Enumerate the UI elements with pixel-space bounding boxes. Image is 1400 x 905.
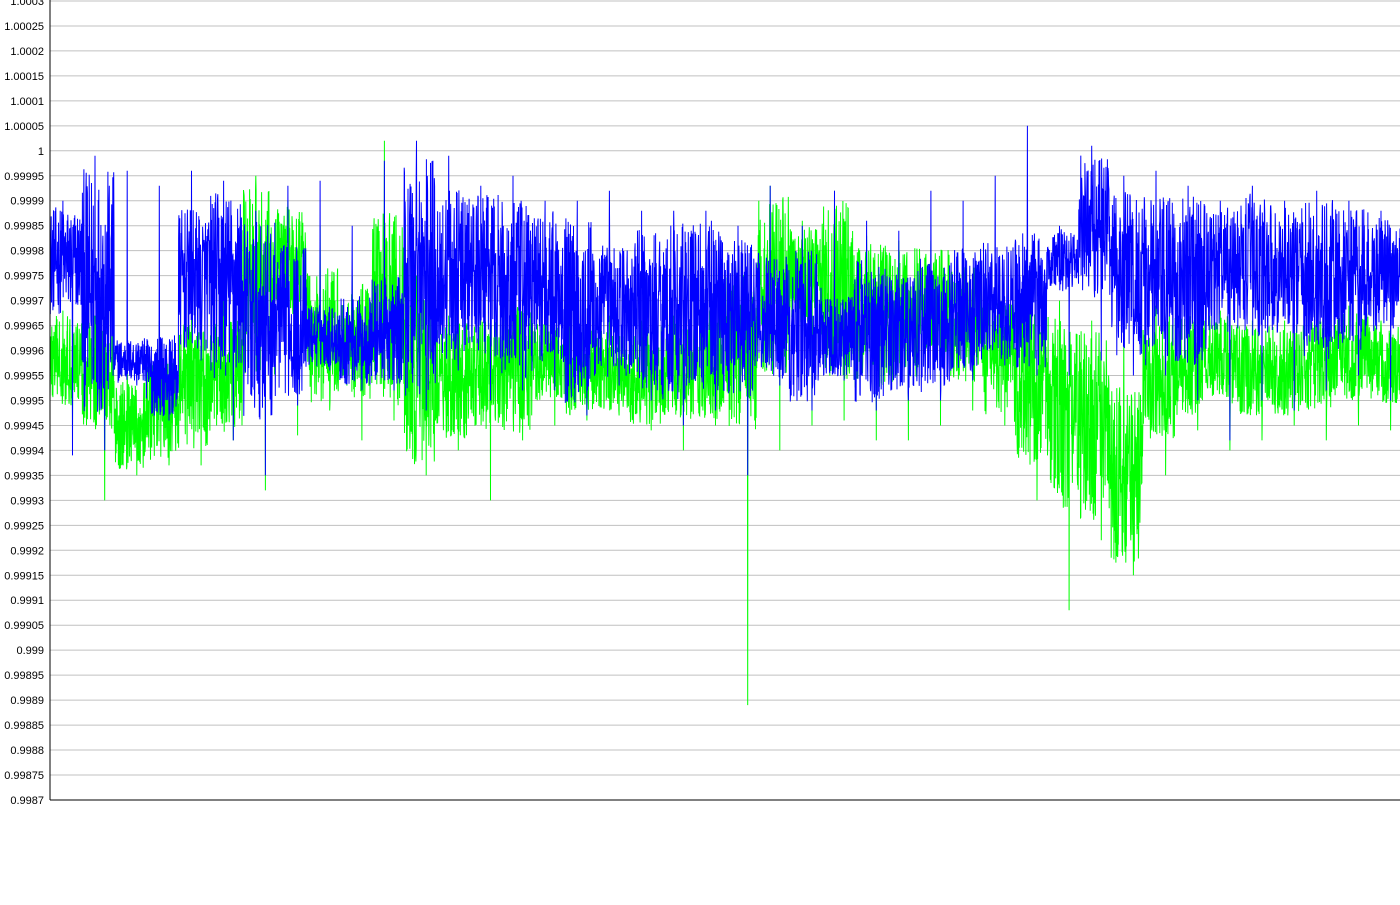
y-tick-label: 1.0003 <box>10 0 44 8</box>
y-tick-label: 0.9996 <box>10 346 44 358</box>
y-tick-label: 0.9991 <box>10 595 44 607</box>
y-tick-label: 1.00025 <box>4 21 44 33</box>
y-tick-label: 0.99875 <box>4 770 44 782</box>
y-tick-label: 0.99945 <box>4 420 44 432</box>
y-tick-label: 0.99905 <box>4 620 44 632</box>
y-tick-label: 1.0001 <box>10 96 44 108</box>
y-tick-label: 1 <box>38 146 44 158</box>
y-tick-label: 1.0002 <box>10 46 44 58</box>
y-tick-label: 0.99975 <box>4 271 44 283</box>
y-tick-label: 0.9992 <box>10 545 44 557</box>
y-tick-label: 1.00015 <box>4 71 44 83</box>
y-tick-label: 0.9998 <box>10 246 44 258</box>
y-tick-label: 0.9987 <box>10 795 44 807</box>
y-tick-label: 0.99995 <box>4 171 44 183</box>
y-tick-label: 0.9989 <box>10 695 44 707</box>
y-tick-label: 0.9995 <box>10 395 44 407</box>
y-tick-label: 0.9999 <box>10 196 44 208</box>
y-tick-label: 0.99935 <box>4 470 44 482</box>
y-tick-label: 0.99895 <box>4 670 44 682</box>
y-tick-label: 1.00005 <box>4 121 44 133</box>
line-chart: 0.9987 0.99875 0.9988 0.99885 0.9989 0.99895 0… <box>0 0 1400 905</box>
y-tick-label: 0.9988 <box>10 745 44 757</box>
y-tick-label: 0.99965 <box>4 321 44 333</box>
y-tick-label: 0.999 <box>16 645 44 657</box>
y-tick-label: 0.99955 <box>4 371 44 383</box>
y-tick-label: 0.99915 <box>4 570 44 582</box>
y-tick-label: 0.99925 <box>4 520 44 532</box>
y-tick-label: 0.9997 <box>10 296 44 308</box>
y-tick-label: 0.9994 <box>10 445 44 457</box>
y-tick-label: 0.9993 <box>10 495 44 507</box>
y-tick-label: 0.99885 <box>4 720 44 732</box>
y-tick-label: 0.99985 <box>4 221 44 233</box>
chart-background <box>0 0 1400 905</box>
